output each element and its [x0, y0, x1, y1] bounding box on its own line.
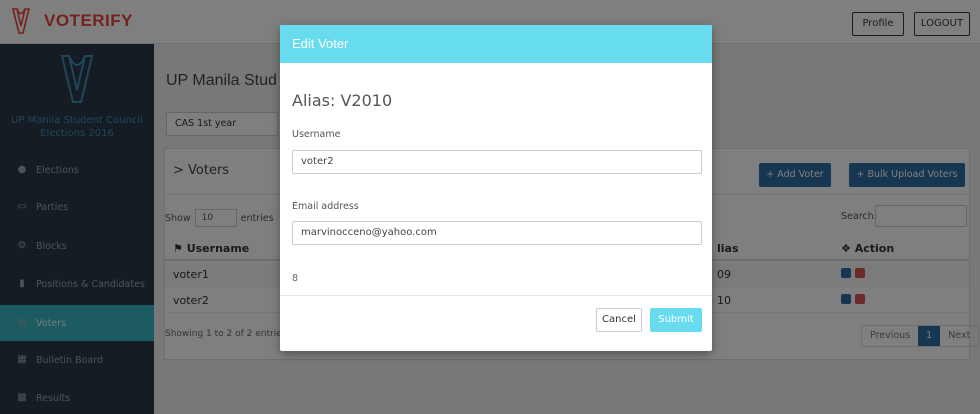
alias-heading: Alias: V2010: [292, 91, 393, 110]
modal-header: Edit Voter: [280, 25, 712, 63]
cancel-button[interactable]: Cancel: [596, 308, 642, 332]
edit-voter-modal: Edit Voter Alias: V2010 Username voter2 …: [280, 25, 712, 351]
username-label: Username: [292, 129, 341, 140]
email-field[interactable]: marvinocceno@yahoo.com: [292, 221, 702, 245]
username-field[interactable]: voter2: [292, 150, 702, 174]
email-label: Email address: [292, 201, 359, 212]
modal-note: 8: [292, 273, 299, 284]
modal-footer: Cancel Submit: [280, 295, 712, 351]
submit-button[interactable]: Submit: [650, 308, 702, 332]
modal-title: Edit Voter: [292, 36, 349, 51]
